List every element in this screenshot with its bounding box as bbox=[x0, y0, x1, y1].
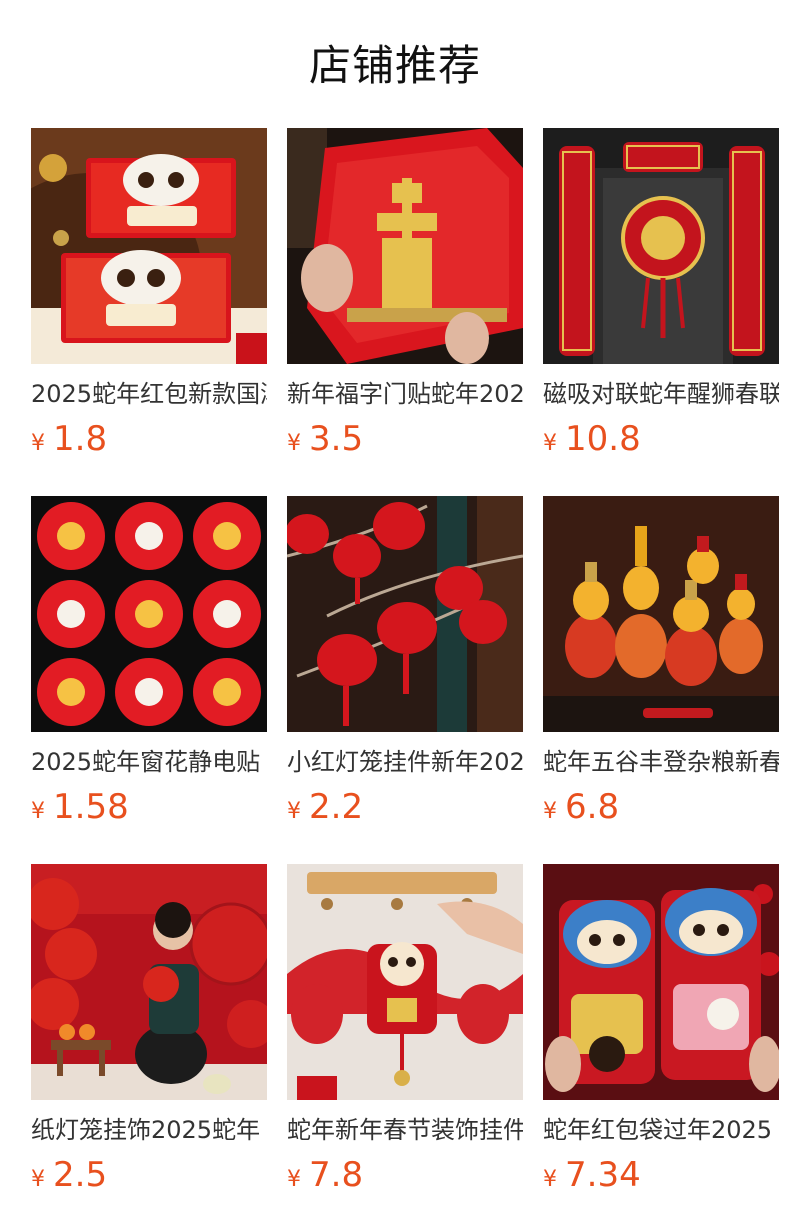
currency-symbol: ¥ bbox=[287, 1167, 301, 1192]
product-price: ¥6.8 bbox=[543, 788, 779, 826]
product-card[interactable]: 2025蛇年红包新款国潮醒狮 ¥1.8 bbox=[31, 128, 267, 464]
product-card[interactable]: 蛇年红包袋过年2025 ¥7.34 bbox=[543, 864, 779, 1200]
product-price: ¥2.5 bbox=[31, 1156, 267, 1194]
product-card[interactable]: 2025蛇年窗花静电贴 ¥1.58 bbox=[31, 496, 267, 832]
product-price: ¥10.8 bbox=[543, 420, 779, 458]
product-card[interactable]: 磁吸对联蛇年醒狮春联 ¥10.8 bbox=[543, 128, 779, 464]
product-name[interactable]: 磁吸对联蛇年醒狮春联 bbox=[543, 378, 779, 410]
product-card[interactable]: 新年福字门贴蛇年2025 ¥3.5 bbox=[287, 128, 523, 464]
product-image-lion-bags[interactable] bbox=[543, 864, 779, 1100]
page-title: 店铺推荐 bbox=[308, 41, 481, 90]
product-image-fu-door-sticker[interactable] bbox=[287, 128, 523, 364]
product-name[interactable]: 纸灯笼挂饰2025蛇年 bbox=[31, 1114, 267, 1146]
price-value: 7.8 bbox=[309, 1155, 364, 1195]
product-image-red-lanterns[interactable] bbox=[287, 496, 523, 732]
product-price: ¥2.2 bbox=[287, 788, 523, 826]
price-value: 3.5 bbox=[309, 419, 364, 459]
product-name[interactable]: 2025蛇年窗花静电贴 bbox=[31, 746, 267, 778]
price-value: 10.8 bbox=[565, 419, 641, 459]
price-value: 7.34 bbox=[565, 1155, 641, 1195]
product-card[interactable]: 小红灯笼挂件新年2025 ¥2.2 bbox=[287, 496, 523, 832]
product-price: ¥3.5 bbox=[287, 420, 523, 458]
product-image-lion-pendants[interactable] bbox=[287, 864, 523, 1100]
currency-symbol: ¥ bbox=[543, 1167, 557, 1192]
product-image-lion-envelopes[interactable] bbox=[31, 128, 267, 364]
product-name[interactable]: 新年福字门贴蛇年2025 bbox=[287, 378, 523, 410]
product-price: ¥1.58 bbox=[31, 788, 267, 826]
product-image-paper-lanterns[interactable] bbox=[31, 864, 267, 1100]
product-name[interactable]: 2025蛇年红包新款国潮醒狮 bbox=[31, 378, 267, 410]
store-recommendations-page: 店铺推荐 2025蛇年红包新款国 ¥ 1.8 新年福字门贴蛇年2025 ¥ 3.… bbox=[0, 0, 790, 1232]
price-value: 1.8 bbox=[53, 419, 108, 459]
product-name[interactable]: 蛇年新年春节装饰挂件 bbox=[287, 1114, 523, 1146]
currency-symbol: ¥ bbox=[287, 799, 301, 824]
product-name[interactable]: 小红灯笼挂件新年2025 bbox=[287, 746, 523, 778]
product-card[interactable]: 蛇年五谷丰登杂粮新春摆件 ¥6.8 bbox=[543, 496, 779, 832]
product-image-grain-gourds[interactable] bbox=[543, 496, 779, 732]
price-value: 6.8 bbox=[565, 787, 620, 827]
currency-symbol: ¥ bbox=[31, 799, 45, 824]
product-price: ¥7.34 bbox=[543, 1156, 779, 1194]
product-card[interactable]: 蛇年新年春节装饰挂件 ¥7.8 bbox=[287, 864, 523, 1200]
price-value: 2.2 bbox=[309, 787, 364, 827]
price-value: 1.58 bbox=[53, 787, 129, 827]
product-image-window-stickers[interactable] bbox=[31, 496, 267, 732]
currency-symbol: ¥ bbox=[543, 799, 557, 824]
currency-symbol: ¥ bbox=[287, 431, 301, 456]
product-image-couplet-door[interactable] bbox=[543, 128, 779, 364]
product-name[interactable]: 蛇年五谷丰登杂粮新春摆件 bbox=[543, 746, 779, 778]
product-grid: 2025蛇年红包新款国潮醒狮 ¥1.8 新年福字门 bbox=[31, 128, 779, 1200]
currency-symbol: ¥ bbox=[31, 431, 45, 456]
currency-symbol: ¥ bbox=[543, 431, 557, 456]
product-price: ¥7.8 bbox=[287, 1156, 523, 1194]
product-name[interactable]: 蛇年红包袋过年2025 bbox=[543, 1114, 779, 1146]
price-value: 2.5 bbox=[53, 1155, 108, 1195]
product-price: ¥1.8 bbox=[31, 420, 267, 458]
product-card[interactable]: 纸灯笼挂饰2025蛇年 ¥2.5 bbox=[31, 864, 267, 1200]
currency-symbol: ¥ bbox=[31, 1167, 45, 1192]
